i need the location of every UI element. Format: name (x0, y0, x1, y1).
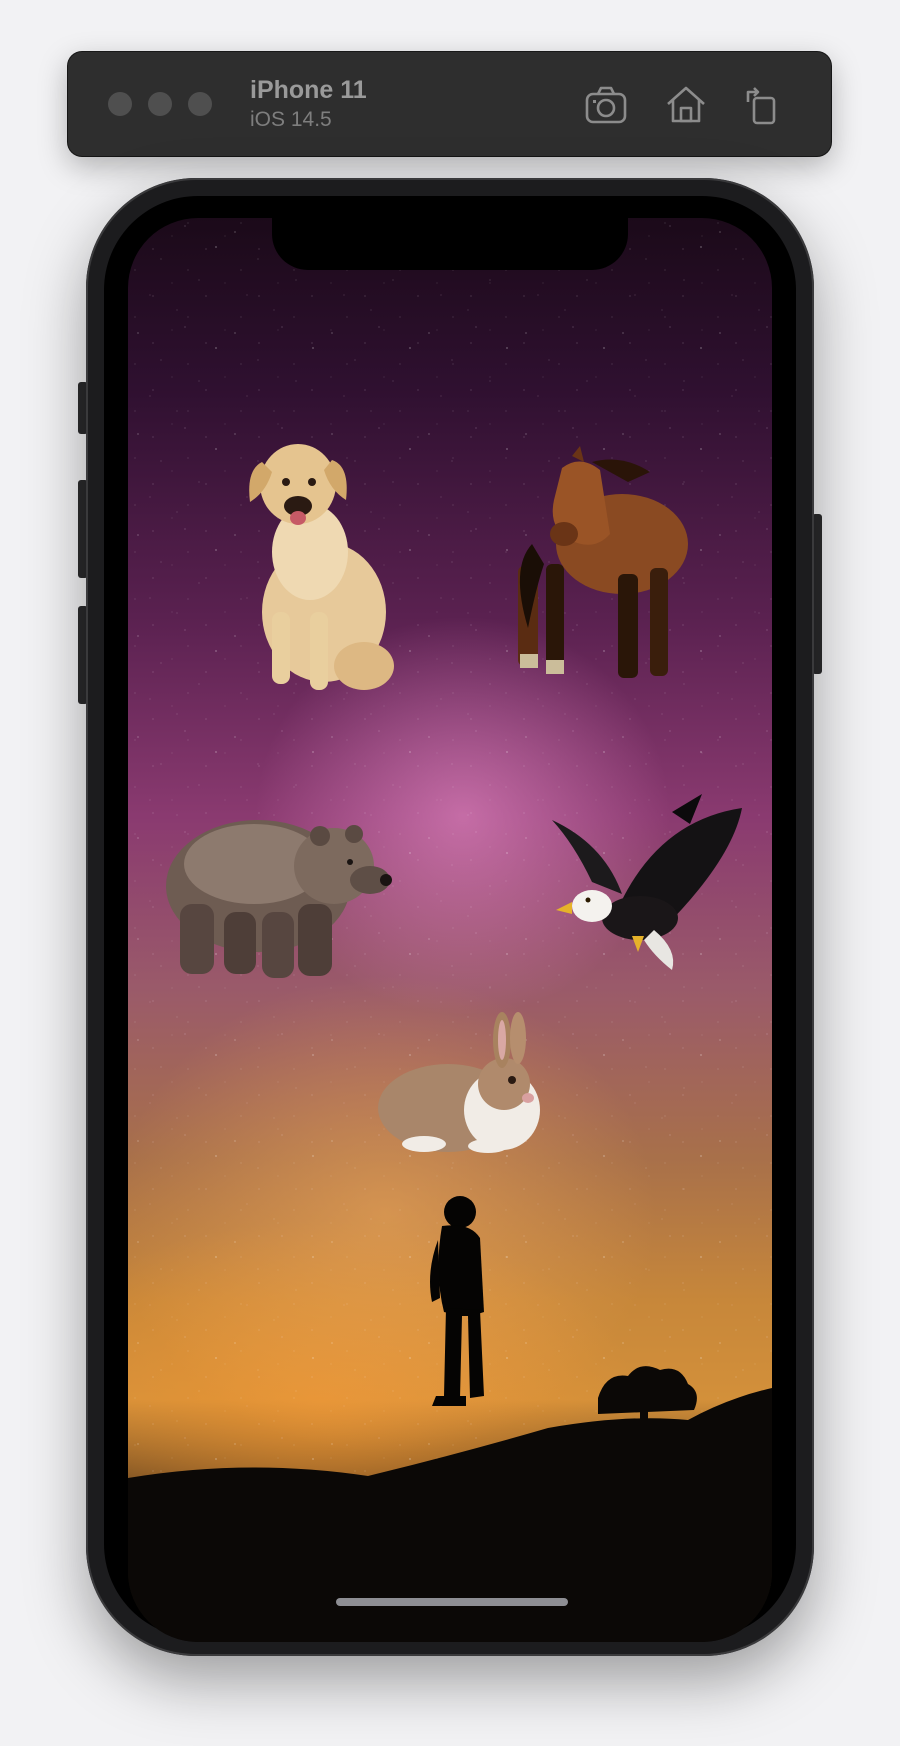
horse-image[interactable] (510, 446, 694, 694)
rotate-icon[interactable] (740, 82, 784, 126)
rabbit-image[interactable] (378, 1012, 548, 1158)
home-indicator[interactable] (336, 1598, 568, 1606)
app-screen (128, 218, 772, 1642)
home-icon[interactable] (664, 82, 708, 126)
dog-image[interactable] (232, 432, 408, 698)
person-silhouette[interactable] (408, 1192, 504, 1416)
simulator-toolbar: iPhone 11 iOS 14.5 (68, 52, 831, 156)
notch (272, 218, 628, 270)
window-zoom-button[interactable] (188, 92, 212, 116)
eagle-image[interactable] (552, 790, 742, 990)
window-close-button[interactable] (108, 92, 132, 116)
screenshot-icon[interactable] (584, 82, 628, 126)
os-version: iOS 14.5 (250, 108, 332, 131)
window-minimize-button[interactable] (148, 92, 172, 116)
device-name: iPhone 11 (250, 76, 367, 104)
bear-image[interactable] (158, 794, 398, 986)
